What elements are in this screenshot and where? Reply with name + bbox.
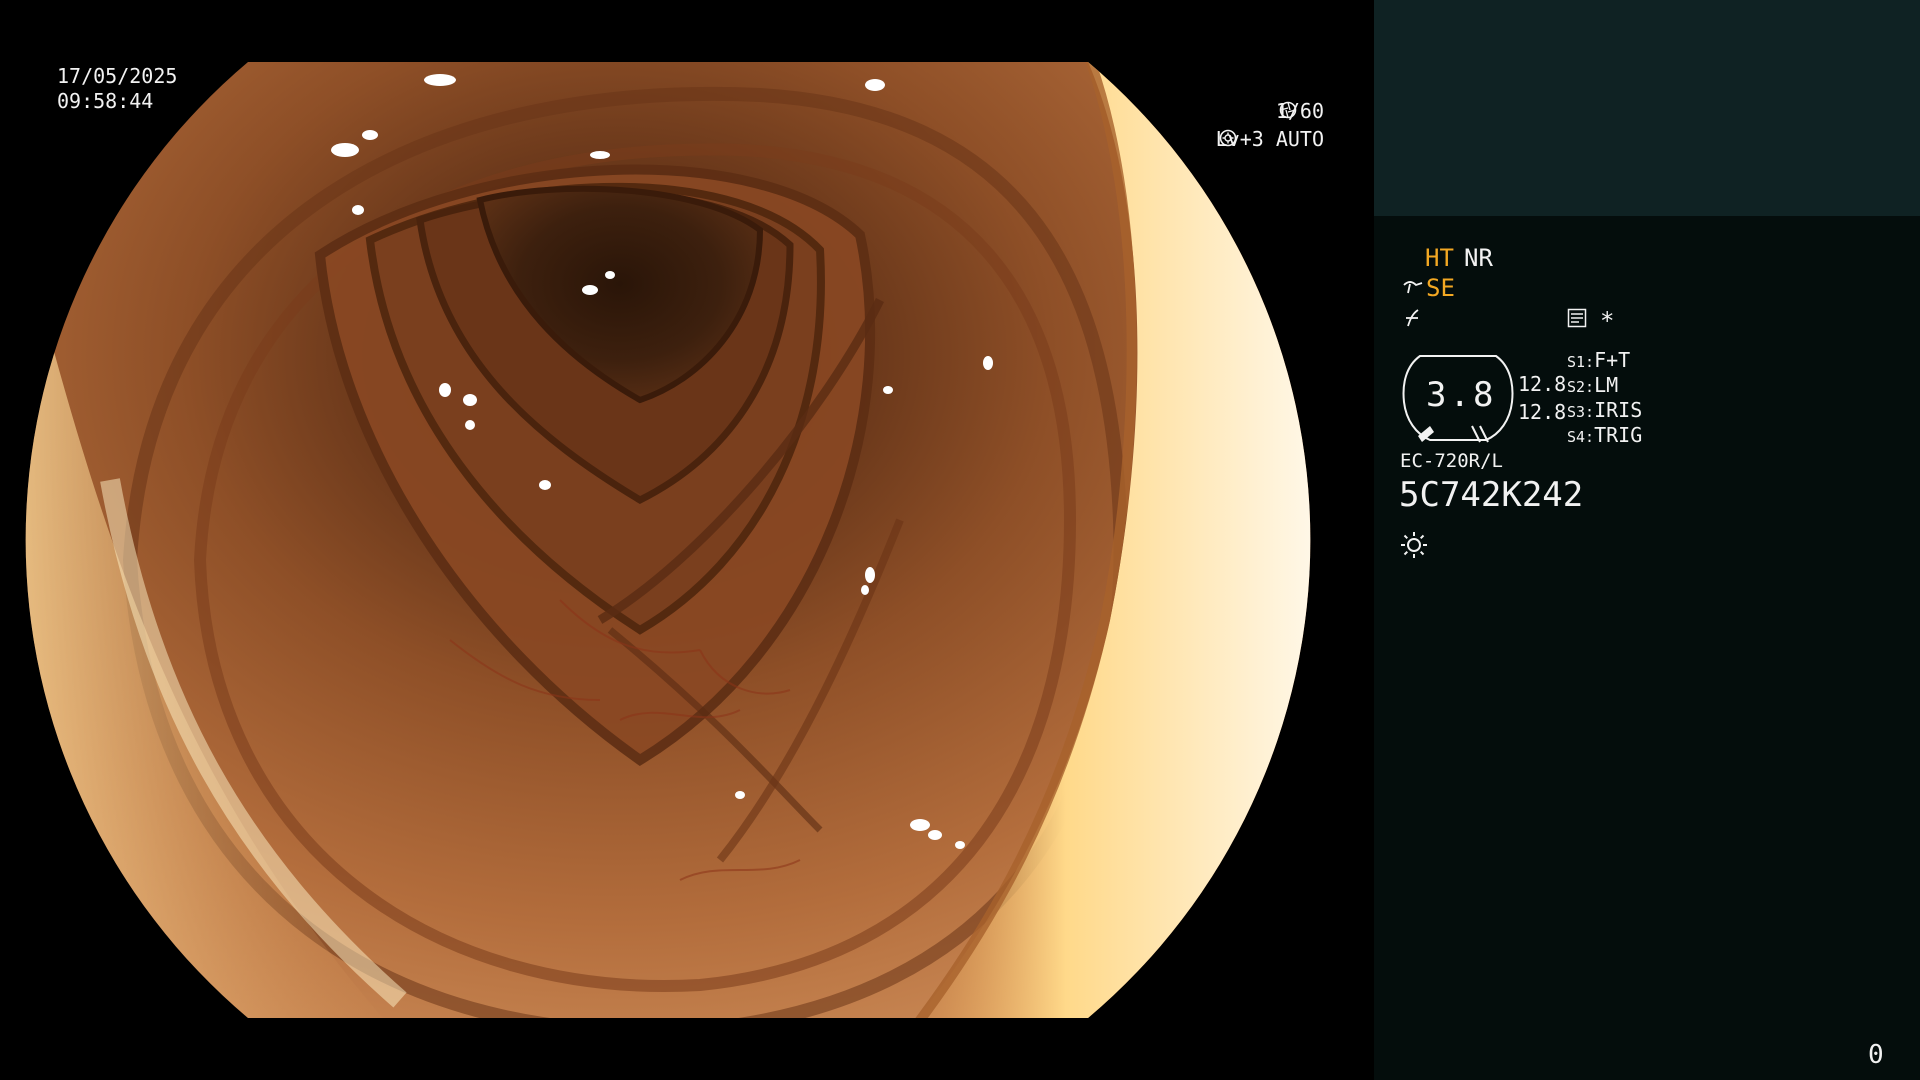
switch-s4-value: TRIG [1594, 423, 1643, 447]
star-indicator: * [1600, 307, 1615, 335]
info-panel: HT NR SE * 3.8 12.8 12.8 S1:F+T S2:LM S3… [1374, 0, 1920, 1080]
exposure-level-readout: Lv+3 AUTO [1216, 129, 1324, 149]
endoscopic-image [25, 62, 1311, 1018]
switch-s2-key: S2: [1567, 378, 1595, 396]
document-icon [1567, 308, 1587, 328]
scope-serial: 5C742K242 [1399, 475, 1584, 515]
switch-s4-key: S4: [1567, 428, 1595, 446]
sun-icon [1401, 532, 1427, 558]
switch-s3-value: IRIS [1594, 398, 1643, 422]
corner-counter: 0 [1868, 1040, 1884, 1070]
patient-info-area [1374, 0, 1920, 216]
shutter-readout: 1/60 [1276, 101, 1324, 121]
freeze-icon [1406, 309, 1419, 327]
structure-enhance-icon [1403, 281, 1423, 294]
readout-lower: 12.8 [1518, 400, 1567, 424]
flower-icon [1219, 129, 1236, 147]
time-label: 09:58:44 [57, 89, 154, 113]
switch-s1-key: S1: [1567, 353, 1595, 371]
switch-s2: S2:LM [1567, 375, 1618, 395]
switch-s3-key: S3: [1567, 403, 1595, 421]
se-label: SE [1426, 274, 1455, 302]
ht-label: HT [1425, 244, 1454, 272]
aperture-icon [1279, 101, 1297, 119]
readout-upper: 12.8 [1518, 372, 1567, 396]
nr-label: NR [1464, 244, 1493, 272]
scope-model: EC-720R/L [1400, 450, 1503, 472]
endoscope-view: 17/05/2025 09:58:44 1/60 Lv+3 AUTO [0, 0, 1374, 1080]
switch-s4: S4:TRIG [1567, 425, 1642, 445]
switch-s2-value: LM [1594, 373, 1619, 397]
switch-s1-value: F+T [1594, 348, 1631, 372]
switch-s1: S1:F+T [1567, 350, 1630, 370]
date-label: 17/05/2025 [57, 64, 178, 88]
gauge-value: 3.8 [1426, 375, 1497, 415]
switch-s3: S3:IRIS [1567, 400, 1642, 420]
